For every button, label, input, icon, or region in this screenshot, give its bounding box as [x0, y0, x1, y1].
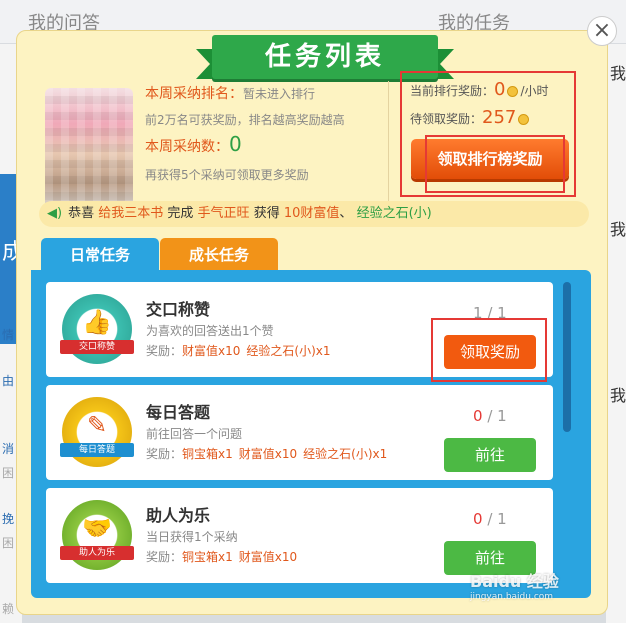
reward-item: 铜宝箱x1	[182, 550, 233, 564]
adopt-count: 0	[229, 132, 242, 156]
bg-fragment: 我	[610, 220, 626, 239]
bg-fragment: 困	[2, 536, 15, 550]
claim-rank-reward-button[interactable]: 领取排行榜奖励	[411, 139, 569, 179]
pending-reward-line: 待领取奖励：257	[410, 107, 531, 128]
task-panel: 👍 交口称赞 交口称赞 为喜欢的回答送出1个赞 奖励：财富值x10 经验之石(小)…	[31, 270, 591, 598]
bg-fragment: 困	[2, 466, 15, 480]
divider	[388, 81, 389, 211]
scrollbar[interactable]	[563, 282, 571, 432]
badge-label: 助人为乐	[60, 546, 134, 560]
task-title: 交口称赞	[146, 300, 211, 319]
notice-task: 手气正旺	[197, 206, 250, 221]
bg-fragment: 情	[2, 328, 15, 342]
reward-item: 财富值x10	[182, 344, 241, 358]
progress-done: 0	[473, 407, 483, 425]
adopt-line: 本周采纳数：0	[145, 132, 242, 156]
reward-item: 经验之石(小)x1	[303, 447, 388, 461]
task-desc: 为喜欢的回答送出1个赞	[146, 324, 274, 338]
notice-text: 完成	[167, 206, 194, 221]
go-button[interactable]: 前往	[444, 438, 536, 472]
dialog-title: 任务列表	[212, 35, 438, 79]
close-button[interactable]: ×	[587, 16, 617, 46]
progress-total: 1	[497, 304, 507, 322]
rank-hint: 前2万名可获奖励，排名越高奖励越高	[145, 113, 345, 127]
task-card: 👍 交口称赞 交口称赞 为喜欢的回答送出1个赞 奖励：财富值x10 经验之石(小)…	[46, 282, 553, 377]
progress-done: 1	[473, 304, 483, 322]
task-badge-icon: 👍 交口称赞	[60, 294, 134, 364]
reward-label: 奖励：	[146, 344, 183, 358]
pending-reward-label: 待领取奖励：	[410, 112, 483, 126]
progress-total: 1	[497, 407, 507, 425]
task-title: 助人为乐	[146, 506, 211, 525]
progress-total: 1	[497, 510, 507, 528]
bg-fragment: 赖	[2, 602, 15, 616]
avatar	[45, 88, 133, 208]
handshake-icon: 🤝	[82, 514, 112, 542]
bg-fragment: 我	[610, 386, 626, 405]
task-desc: 当日获得1个采纳	[146, 530, 238, 544]
reward-item: 经验之石(小)x1	[246, 344, 331, 358]
notice-reward: 10财富值	[283, 206, 340, 221]
tab-daily-tasks[interactable]: 日常任务	[41, 238, 159, 272]
task-desc: 前往回答一个问题	[146, 427, 243, 441]
task-progress: 0 / 1	[473, 407, 507, 425]
rank-line: 本周采纳排名：暂未进入排行	[145, 83, 315, 103]
watermark-brand: Baidu 经验	[470, 572, 559, 591]
coin-icon	[507, 86, 519, 97]
notice-reward: 经验之石(小)	[356, 206, 432, 221]
reward-label: 奖励：	[146, 447, 183, 461]
task-badge-icon: ✎ 每日答题	[60, 397, 134, 467]
adopt-hint: 再获得5个采纳可领取更多奖励	[145, 168, 309, 182]
bg-fragment: 我	[610, 64, 626, 83]
pending-reward-value: 257	[482, 107, 517, 128]
current-reward-unit: /小时	[520, 84, 549, 98]
current-reward-label: 当前排行奖励：	[410, 84, 495, 98]
reward-item: 财富值x10	[238, 447, 298, 461]
current-reward-line: 当前排行奖励：0/小时	[410, 79, 549, 100]
rank-label: 本周采纳排名：	[145, 86, 243, 102]
task-badge-icon: 🤝 助人为乐	[60, 500, 134, 570]
title-banner: 任务列表	[196, 35, 438, 85]
task-progress: 0 / 1	[473, 510, 507, 528]
claim-reward-button[interactable]: 领取奖励	[444, 335, 536, 369]
progress-separator: /	[482, 407, 498, 425]
progress-separator: /	[482, 510, 498, 528]
reward-label: 奖励：	[146, 550, 183, 564]
thumbs-up-icon: 👍	[82, 308, 112, 336]
progress-done: 0	[473, 510, 483, 528]
task-title: 每日答题	[146, 403, 211, 422]
rank-value: 暂未进入排行	[243, 87, 316, 101]
reward-item: 铜宝箱x1	[182, 447, 233, 461]
speaker-icon: ◀)	[47, 206, 63, 221]
watermark: Baidu 经验 jingyan.baidu.com	[470, 568, 559, 602]
adopt-label: 本周采纳数：	[145, 139, 229, 155]
coin-icon	[518, 114, 530, 125]
watermark-url: jingyan.baidu.com	[470, 592, 554, 602]
notice-separator: 、	[339, 206, 353, 221]
task-card: ✎ 每日答题 每日答题 前往回答一个问题 奖励：铜宝箱x1 财富值x10 经验之石(…	[46, 385, 553, 480]
background-right-column: 我 我 我	[606, 44, 626, 623]
reward-item: 财富值x10	[238, 550, 298, 564]
bg-fragment: 由	[2, 374, 15, 388]
task-rewards: 奖励：财富值x10 经验之石(小)x1	[146, 342, 337, 359]
task-rewards: 奖励：铜宝箱x1 财富值x10	[146, 548, 303, 565]
notice-text: 获得	[253, 206, 280, 221]
bg-fragment: 挽	[2, 512, 15, 526]
current-reward-value: 0	[494, 79, 506, 100]
notice-text: 恭喜	[68, 206, 95, 221]
pencil-icon: ✎	[86, 411, 108, 439]
task-rewards: 奖励：铜宝箱x1 财富值x10 经验之石(小)x1	[146, 445, 393, 462]
tab-growth-tasks[interactable]: 成长任务	[160, 238, 278, 272]
task-progress: 1 / 1	[473, 304, 507, 322]
notice-bar: ◀) 恭喜 给我三本书 完成 手气正旺 获得 10财富值、 经验之石(小)	[39, 201, 589, 227]
progress-separator: /	[482, 304, 498, 322]
task-list-dialog: 任务列表 本周采纳排名：暂未进入排行 前2万名可获奖励，排名越高奖励越高 本周采…	[16, 30, 608, 615]
notice-user[interactable]: 给我三本书	[98, 206, 163, 221]
badge-label: 每日答题	[60, 443, 134, 457]
bg-fragment: 消	[2, 442, 15, 456]
badge-label: 交口称赞	[60, 340, 134, 354]
